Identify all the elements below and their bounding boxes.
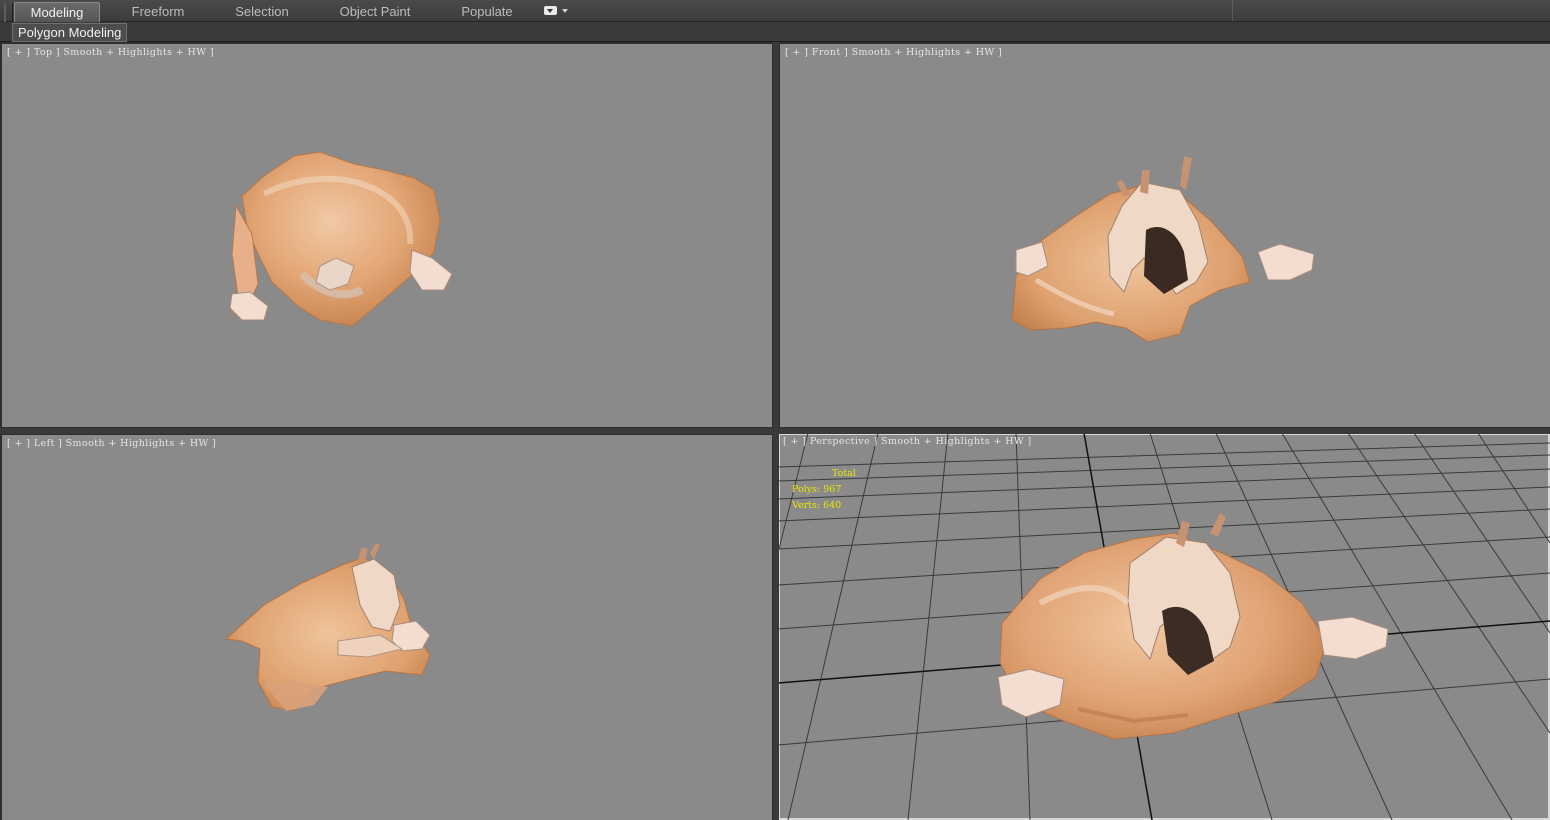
viewport-splitter-horizontal[interactable] <box>0 428 1550 434</box>
tab-selection[interactable]: Selection <box>216 2 308 21</box>
tab-modeling[interactable]: Modeling <box>14 2 100 22</box>
tab-populate[interactable]: Populate <box>446 2 528 21</box>
model-front-view <box>1011 156 1315 343</box>
creature-body-left <box>224 543 431 712</box>
max-window: Modeling Freeform Selection Object Paint… <box>0 0 1550 820</box>
viewport-label-left[interactable]: [ + ] Left ] Smooth + Highlights + HW ] <box>7 438 216 449</box>
panel-tab-polygon-modeling[interactable]: Polygon Modeling <box>12 23 128 42</box>
tab-freeform[interactable]: Freeform <box>114 2 202 21</box>
ribbon-options-icon[interactable] <box>544 6 570 18</box>
model-left-view <box>224 543 431 712</box>
creature-body-top <box>229 151 453 327</box>
stats-verts-value: 640 <box>823 500 842 511</box>
viewport-front[interactable]: [ + ] Front ] Smooth + Highlights + HW ] <box>780 44 1550 427</box>
viewport-left[interactable]: [ + ] Left ] Smooth + Highlights + HW ] <box>2 435 772 820</box>
chevron-down-icon <box>562 9 568 13</box>
stats-verts-label: Verts: <box>792 500 821 511</box>
creature-body-perspective <box>997 513 1389 740</box>
stats-verts-row: Verts: 640 <box>792 498 856 514</box>
ribbon-divider <box>1232 0 1233 21</box>
viewport-label-front[interactable]: [ + ] Front ] Smooth + Highlights + HW ] <box>785 47 1002 58</box>
stats-polys-label: Polys: <box>792 484 821 495</box>
stats-header: Total <box>832 468 856 479</box>
viewport-label-top[interactable]: [ + ] Top ] Smooth + Highlights + HW ] <box>7 47 214 58</box>
viewport-perspective[interactable]: [ + ] Perspective ] Smooth + Highlights … <box>778 433 1550 820</box>
polygon-stats-overlay: Total Polys: 967 Verts: 640 <box>792 466 856 514</box>
creature-body-front <box>1011 156 1315 343</box>
viewport-top[interactable]: [ + ] Top ] Smooth + Highlights + HW ] <box>2 44 772 427</box>
stats-polys-row: Polys: 967 <box>792 482 856 498</box>
stats-polys-value: 967 <box>823 484 842 495</box>
tab-object-paint[interactable]: Object Paint <box>326 2 424 21</box>
ribbon-panel-bar: Polygon Modeling <box>0 22 1550 42</box>
ribbon-options-box <box>544 6 557 15</box>
perspective-grid <box>778 433 1550 820</box>
model-top-view <box>229 151 453 327</box>
viewport-label-perspective[interactable]: [ + ] Perspective ] Smooth + Highlights … <box>783 436 1032 447</box>
ribbon-tab-bar: Modeling Freeform Selection Object Paint… <box>0 0 1550 39</box>
